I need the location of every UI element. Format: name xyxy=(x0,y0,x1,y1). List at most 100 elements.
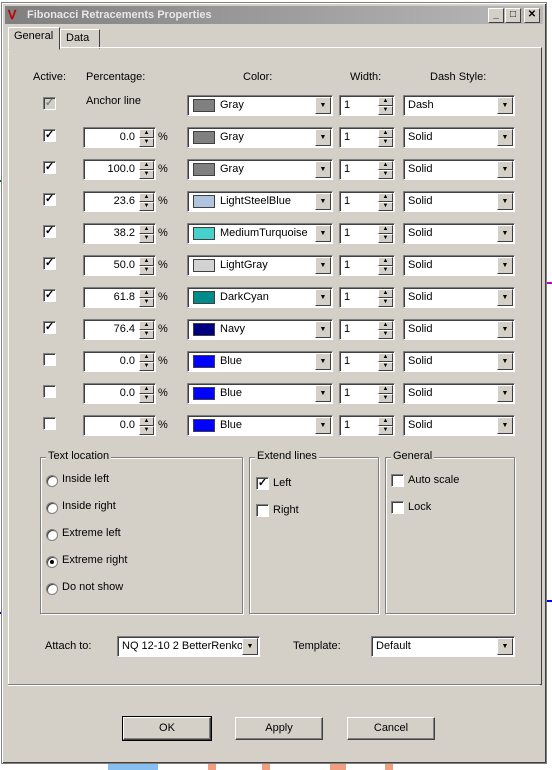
spin-up-icon[interactable]: ▲ xyxy=(139,417,154,426)
tab-general[interactable]: General xyxy=(8,27,60,50)
spin-down-icon[interactable]: ▼ xyxy=(139,394,154,403)
spin-up-icon[interactable]: ▲ xyxy=(139,385,154,394)
level-color-select[interactable]: Blue ▼ xyxy=(187,415,333,436)
level-width-stepper[interactable]: 1 ▲ ▼ xyxy=(339,383,395,404)
spin-down-icon[interactable]: ▼ xyxy=(378,426,393,435)
level-dash-select[interactable]: Solid ▼ xyxy=(403,383,515,404)
spin-down-icon[interactable]: ▼ xyxy=(139,234,154,243)
level-color-select[interactable]: Navy ▼ xyxy=(187,319,333,340)
level-color-select[interactable]: Gray ▼ xyxy=(187,159,333,180)
level-dash-select[interactable]: Solid ▼ xyxy=(403,351,515,372)
spin-up-icon[interactable]: ▲ xyxy=(378,385,393,394)
chevron-down-icon[interactable]: ▼ xyxy=(315,129,331,146)
chevron-down-icon[interactable]: ▼ xyxy=(497,385,513,402)
level-color-select[interactable]: Blue ▼ xyxy=(187,383,333,404)
level-width-stepper[interactable]: 1 ▲ ▼ xyxy=(339,351,395,372)
level-active-checkbox[interactable]: ✓ xyxy=(43,257,56,270)
level-active-checkbox[interactable] xyxy=(43,385,56,398)
level-width-stepper[interactable]: 1 ▲ ▼ xyxy=(339,159,395,180)
level-percentage-stepper[interactable]: 0.0 ▲ ▼ xyxy=(83,415,156,436)
extend-left-checkbox[interactable]: ✓ xyxy=(256,477,269,490)
level-dash-select[interactable]: Solid ▼ xyxy=(403,159,515,180)
level-percentage-stepper[interactable]: 0.0 ▲ ▼ xyxy=(83,351,156,372)
level-color-select[interactable]: DarkCyan ▼ xyxy=(187,287,333,308)
spin-down-icon[interactable]: ▼ xyxy=(139,202,154,211)
level-width-stepper[interactable]: 1 ▲ ▼ xyxy=(339,223,395,244)
spin-up-icon[interactable]: ▲ xyxy=(378,353,393,362)
chevron-down-icon[interactable]: ▼ xyxy=(497,193,513,210)
spin-up-icon[interactable]: ▲ xyxy=(139,193,154,202)
spin-down-icon[interactable]: ▼ xyxy=(139,170,154,179)
level-active-checkbox[interactable]: ✓ xyxy=(43,161,56,174)
spin-up-icon[interactable]: ▲ xyxy=(139,321,154,330)
anchor-width-stepper[interactable]: 1 ▲ ▼ xyxy=(339,95,395,116)
spin-up-icon[interactable]: ▲ xyxy=(378,257,393,266)
text-location-radio[interactable] xyxy=(46,529,58,541)
maximize-button[interactable]: □ xyxy=(505,8,521,23)
level-active-checkbox[interactable] xyxy=(43,417,56,430)
level-color-select[interactable]: MediumTurquoise ▼ xyxy=(187,223,333,244)
level-width-stepper[interactable]: 1 ▲ ▼ xyxy=(339,191,395,212)
level-width-stepper[interactable]: 1 ▲ ▼ xyxy=(339,319,395,340)
level-dash-select[interactable]: Solid ▼ xyxy=(403,319,515,340)
spin-down-icon[interactable]: ▼ xyxy=(378,138,393,147)
spin-down-icon[interactable]: ▼ xyxy=(378,202,393,211)
spin-up-icon[interactable]: ▲ xyxy=(139,257,154,266)
chevron-down-icon[interactable]: ▼ xyxy=(497,257,513,274)
spin-down-icon[interactable]: ▼ xyxy=(139,266,154,275)
chevron-down-icon[interactable]: ▼ xyxy=(315,161,331,178)
level-active-checkbox[interactable]: ✓ xyxy=(43,321,56,334)
spin-up-icon[interactable]: ▲ xyxy=(378,225,393,234)
spin-down-icon[interactable]: ▼ xyxy=(139,298,154,307)
chevron-down-icon[interactable]: ▼ xyxy=(497,321,513,338)
chevron-down-icon[interactable]: ▼ xyxy=(497,417,513,434)
level-percentage-stepper[interactable]: 0.0 ▲ ▼ xyxy=(83,127,156,148)
level-percentage-stepper[interactable]: 61.8 ▲ ▼ xyxy=(83,287,156,308)
minimize-button[interactable]: _ xyxy=(488,8,504,23)
spin-down-icon[interactable]: ▼ xyxy=(139,426,154,435)
chevron-down-icon[interactable]: ▼ xyxy=(497,289,513,306)
level-width-stepper[interactable]: 1 ▲ ▼ xyxy=(339,255,395,276)
level-color-select[interactable]: LightSteelBlue ▼ xyxy=(187,191,333,212)
text-location-radio[interactable] xyxy=(46,502,58,514)
spin-up-icon[interactable]: ▲ xyxy=(378,417,393,426)
level-dash-select[interactable]: Solid ▼ xyxy=(403,191,515,212)
spin-up-icon[interactable]: ▲ xyxy=(378,161,393,170)
chevron-down-icon[interactable]: ▼ xyxy=(497,225,513,242)
spin-down-icon[interactable]: ▼ xyxy=(139,362,154,371)
level-dash-select[interactable]: Solid ▼ xyxy=(403,255,515,276)
level-width-stepper[interactable]: 1 ▲ ▼ xyxy=(339,287,395,308)
extend-right-checkbox[interactable] xyxy=(256,504,269,517)
level-active-checkbox[interactable] xyxy=(43,353,56,366)
chevron-down-icon[interactable]: ▼ xyxy=(315,417,331,434)
level-dash-select[interactable]: Solid ▼ xyxy=(403,415,515,436)
level-percentage-stepper[interactable]: 38.2 ▲ ▼ xyxy=(83,223,156,244)
tab-data[interactable]: Data xyxy=(60,29,100,49)
auto-scale-checkbox[interactable] xyxy=(391,474,404,487)
chevron-down-icon[interactable]: ▼ xyxy=(497,97,513,114)
level-percentage-stepper[interactable]: 0.0 ▲ ▼ xyxy=(83,383,156,404)
chevron-down-icon[interactable]: ▼ xyxy=(315,321,331,338)
level-dash-select[interactable]: Solid ▼ xyxy=(403,287,515,308)
chevron-down-icon[interactable]: ▼ xyxy=(497,161,513,178)
template-select[interactable]: Default ▼ xyxy=(371,636,515,657)
cancel-button[interactable]: Cancel xyxy=(347,717,435,740)
attach-to-select[interactable]: NQ 12-10 2 BetterRenko ▼ xyxy=(117,636,260,657)
spin-up-icon[interactable]: ▲ xyxy=(378,289,393,298)
apply-button[interactable]: Apply xyxy=(235,717,323,740)
spin-down-icon[interactable]: ▼ xyxy=(378,330,393,339)
level-active-checkbox[interactable]: ✓ xyxy=(43,225,56,238)
spin-down-icon[interactable]: ▼ xyxy=(378,234,393,243)
chevron-down-icon[interactable]: ▼ xyxy=(497,638,513,655)
level-percentage-stepper[interactable]: 100.0 ▲ ▼ xyxy=(83,159,156,180)
spin-up-icon[interactable]: ▲ xyxy=(378,193,393,202)
spin-up-icon[interactable]: ▲ xyxy=(378,97,393,106)
text-location-radio[interactable] xyxy=(46,583,58,595)
anchor-dash-select[interactable]: Dash ▼ xyxy=(403,95,515,116)
level-active-checkbox[interactable]: ✓ xyxy=(43,193,56,206)
spin-up-icon[interactable]: ▲ xyxy=(139,129,154,138)
level-color-select[interactable]: Gray ▼ xyxy=(187,127,333,148)
chevron-down-icon[interactable]: ▼ xyxy=(315,97,331,114)
spin-down-icon[interactable]: ▼ xyxy=(378,394,393,403)
level-width-stepper[interactable]: 1 ▲ ▼ xyxy=(339,127,395,148)
